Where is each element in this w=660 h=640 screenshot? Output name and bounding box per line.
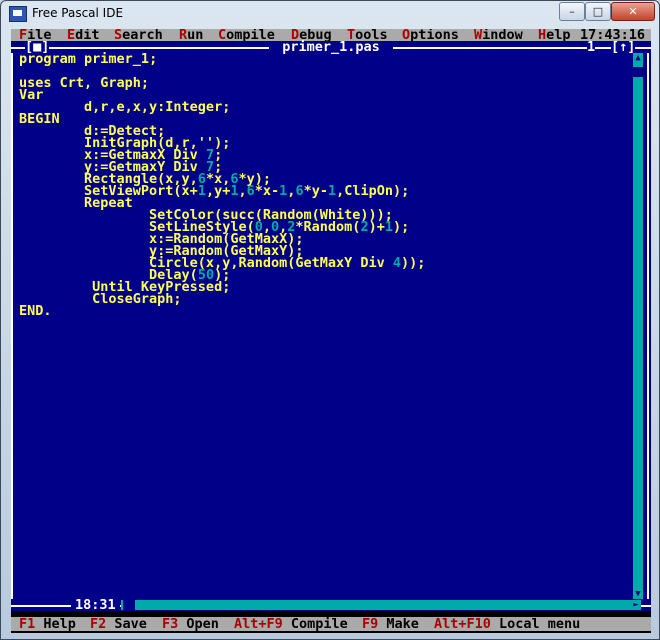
free-pascal-app-icon <box>9 6 27 22</box>
code-line: d,r,e,x,y:Integer; <box>19 99 231 115</box>
status-make[interactable]: F9 Make <box>362 616 419 632</box>
status-label: Local menu <box>490 616 581 632</box>
status-key: Alt+F10 <box>434 616 491 632</box>
cursor-position: 18:31 <box>71 598 120 612</box>
zoom-window-box[interactable]: [↑] <box>611 40 636 54</box>
status-help[interactable]: F1 Help <box>19 616 76 632</box>
status-local-menu[interactable]: Alt+F10 Local menu <box>434 616 581 632</box>
window-title: Free Pascal IDE <box>32 6 124 20</box>
status-key: F2 <box>90 616 107 632</box>
menu-help[interactable]: Help <box>538 29 571 42</box>
menu-search[interactable]: Search <box>114 29 163 42</box>
code-line: uses Crt, Graph; <box>19 75 150 91</box>
status-key: F9 <box>362 616 379 632</box>
console-area: File Edit Search Run Compile Debug Tools… <box>11 29 651 633</box>
title-bar[interactable]: Free Pascal IDE – □ ✕ <box>1 1 659 25</box>
editor-frame-bottom: 18:31 ► <box>11 598 651 612</box>
status-label: Open <box>178 616 219 632</box>
frame-left-border <box>11 53 15 599</box>
scroll-down-icon[interactable]: ▼ <box>633 589 643 599</box>
status-label: Make <box>378 616 419 632</box>
vertical-scrollbar[interactable]: ▲ ▼ <box>633 53 643 599</box>
minimize-button[interactable]: – <box>559 2 585 21</box>
status-key: Alt+F9 <box>234 616 283 632</box>
status-label: Help <box>35 616 76 632</box>
scroll-up-icon[interactable]: ▲ <box>633 53 643 63</box>
menu-options[interactable]: Options <box>402 29 459 42</box>
status-label: Compile <box>282 616 348 632</box>
status-open[interactable]: F3 Open <box>162 616 219 632</box>
status-save[interactable]: F2 Save <box>90 616 147 632</box>
window-number: 1 <box>587 39 596 55</box>
editor-filename: primer_1.pas <box>269 40 393 54</box>
status-label: Save <box>106 616 147 632</box>
vertical-scroll-thumb[interactable] <box>633 67 643 77</box>
status-compile[interactable]: Alt+F9 Compile <box>234 616 348 632</box>
code-line: CloseGraph; <box>19 291 182 307</box>
horizontal-scrollbar[interactable]: ► <box>121 600 641 610</box>
scroll-right-icon[interactable]: ► <box>631 600 641 610</box>
status-bar: F1 Help F2 Save F3 Open Alt+F9 Compile F… <box>11 617 651 631</box>
code-editor[interactable]: program primer_1; uses Crt, Graph; Var d,r… <box>19 51 629 599</box>
horizontal-scroll-thumb[interactable] <box>123 600 135 610</box>
menu-compile[interactable]: Compile <box>218 29 275 42</box>
editor-window: [■] primer_1.pas 1 [↑] program primer_1;… <box>11 39 651 612</box>
menu-run[interactable]: Run <box>179 29 203 42</box>
frame-right-border <box>647 53 651 599</box>
maximize-button[interactable]: □ <box>585 2 611 21</box>
close-button[interactable]: ✕ <box>611 2 655 21</box>
menu-edit[interactable]: Edit <box>67 29 100 42</box>
app-window: Free Pascal IDE – □ ✕ File Edit Search R… <box>0 0 660 640</box>
status-key: F1 <box>19 616 36 632</box>
code-line: program primer_1; <box>19 51 158 67</box>
status-key: F3 <box>162 616 179 632</box>
menu-window[interactable]: Window <box>474 29 523 42</box>
